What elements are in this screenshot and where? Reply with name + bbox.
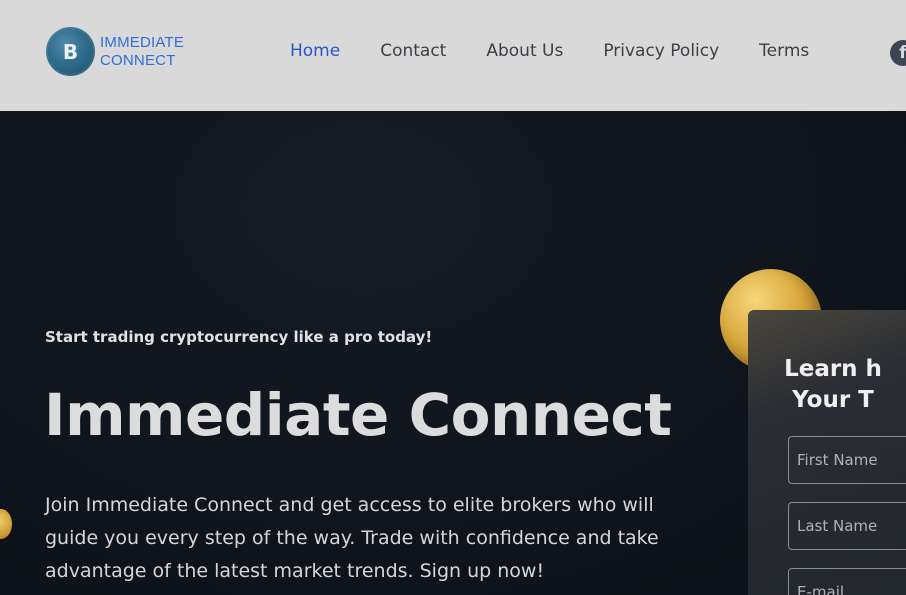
site-header: B IMMEDIATE CONNECT Home Contact About U…: [0, 0, 906, 111]
signup-form-panel: Learn h Your T: [748, 310, 906, 595]
last-name-field[interactable]: [788, 502, 906, 550]
nav-home-link[interactable]: Home: [290, 41, 340, 61]
logo-line-1: IMMEDIATE: [100, 33, 185, 51]
gold-coin-icon: [0, 509, 12, 539]
nav-about-link[interactable]: About Us: [486, 41, 563, 61]
hero-title: Immediate Connect: [44, 381, 672, 449]
facebook-icon[interactable]: f: [890, 40, 906, 66]
nav-privacy-link[interactable]: Privacy Policy: [603, 41, 719, 61]
form-title: Learn h Your T: [748, 354, 906, 416]
site-logo[interactable]: B IMMEDIATE CONNECT: [46, 27, 184, 76]
bitcoin-logo-icon: B: [46, 27, 95, 76]
hero-description: Join Immediate Connect and get access to…: [45, 494, 659, 582]
main-nav: Home Contact About Us Privacy Policy Ter…: [290, 41, 849, 61]
first-name-field[interactable]: [788, 436, 906, 484]
form-title-line-2: Your T: [792, 387, 874, 413]
nav-contact-link[interactable]: Contact: [380, 41, 446, 61]
form-title-line-1: Learn h: [784, 356, 882, 382]
nav-terms-link[interactable]: Terms: [759, 41, 809, 61]
email-field[interactable]: [788, 568, 906, 595]
logo-text: IMMEDIATE CONNECT: [100, 34, 184, 70]
hero-section: Start trading cryptocurrency like a pro …: [0, 111, 906, 595]
logo-line-2: CONNECT: [100, 51, 176, 69]
logo-symbol: B: [62, 39, 79, 64]
hero-tagline: Start trading cryptocurrency like a pro …: [45, 328, 433, 346]
